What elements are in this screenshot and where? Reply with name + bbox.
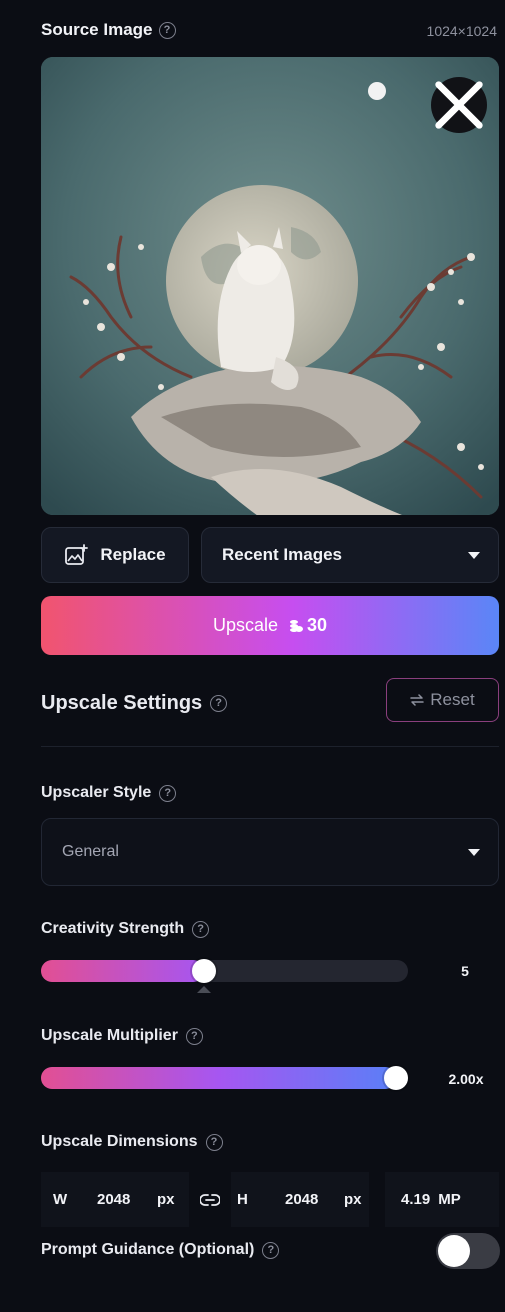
height-label: H (237, 1191, 248, 1208)
creativity-strength-slider[interactable] (41, 959, 408, 993)
chevron-down-icon (468, 848, 480, 856)
upscale-dimensions-row: W 2048 px H 2048 px 4.19 MP (41, 1172, 499, 1227)
source-image-title: Source Image (41, 20, 153, 39)
credit-cost: 30 (288, 615, 327, 636)
upscaler-style-dropdown[interactable]: General (41, 818, 499, 886)
height-field[interactable]: H 2048 px (231, 1172, 369, 1227)
megapixels-display: 4.19 MP (385, 1172, 499, 1227)
replace-button[interactable]: Replace (41, 527, 189, 583)
toggle-knob (438, 1235, 470, 1267)
prompt-guidance-label: Prompt Guidance (Optional) ? (41, 1241, 280, 1259)
image-add-icon (65, 544, 89, 565)
prompt-guidance-toggle[interactable] (436, 1233, 500, 1269)
default-marker (197, 986, 211, 993)
upscale-multiplier-value[interactable]: 2.00x (437, 1071, 495, 1087)
help-icon[interactable]: ? (158, 21, 176, 39)
width-unit: px (157, 1191, 175, 1208)
creativity-strength-text: Creativity Strength (41, 920, 185, 937)
upscale-dimensions-text: Upscale Dimensions (41, 1133, 198, 1150)
upscale-multiplier-fill (41, 1067, 396, 1089)
upscale-multiplier-handle[interactable] (384, 1066, 408, 1090)
upscale-multiplier-label: Upscale Multiplier ? (41, 1027, 203, 1045)
upscale-button[interactable]: Upscale 30 (41, 596, 499, 655)
upscaler-style-label: Upscaler Style ? (41, 784, 177, 802)
width-value[interactable]: 2048 (97, 1191, 157, 1208)
credits-icon (290, 619, 303, 632)
creativity-strength-label: Creativity Strength ? (41, 920, 210, 938)
upscale-dimensions-label: Upscale Dimensions ? (41, 1133, 223, 1151)
width-label: W (53, 1191, 68, 1208)
upscale-cost: 30 (307, 615, 328, 635)
upscaler-style-text: Upscaler Style (41, 784, 152, 801)
upscale-settings-title: Upscale Settings (41, 692, 203, 714)
source-image-preview (41, 57, 499, 515)
help-icon[interactable]: ? (185, 1027, 203, 1045)
creativity-strength-fill (41, 960, 204, 982)
help-icon[interactable]: ? (159, 784, 177, 802)
aspect-lock[interactable] (189, 1193, 231, 1207)
upscale-label: Upscale (212, 615, 278, 635)
reset-label: Reset (430, 690, 475, 709)
megapixels-unit: MP (438, 1191, 461, 1208)
help-icon[interactable]: ? (262, 1241, 280, 1259)
recent-images-label: Recent Images (222, 545, 342, 564)
upscaler-style-value: General (62, 843, 119, 860)
height-value[interactable]: 2048 (285, 1191, 344, 1208)
chevron-down-icon (468, 551, 480, 559)
width-field[interactable]: W 2048 px (41, 1172, 189, 1227)
link-icon (200, 1193, 220, 1206)
help-icon[interactable]: ? (210, 695, 228, 712)
upscale-multiplier-slider[interactable] (41, 1066, 408, 1090)
help-icon[interactable]: ? (205, 1133, 223, 1151)
close-icon (435, 81, 483, 129)
close-button[interactable] (431, 77, 487, 133)
reset-button[interactable]: Reset (386, 678, 499, 722)
creativity-strength-handle[interactable] (192, 959, 216, 983)
height-unit: px (344, 1191, 362, 1208)
megapixels-value: 4.19 (401, 1191, 431, 1208)
upscale-settings-header: Upscale Settings ? (41, 692, 228, 715)
help-icon[interactable]: ? (192, 920, 210, 938)
prompt-guidance-text: Prompt Guidance (Optional) (41, 1241, 255, 1258)
divider (41, 746, 499, 747)
upscale-multiplier-text: Upscale Multiplier (41, 1027, 178, 1044)
recent-images-dropdown[interactable]: Recent Images (201, 527, 499, 583)
replace-label: Replace (100, 545, 166, 564)
image-dimensions: 1024×1024 (426, 23, 497, 39)
creativity-strength-value[interactable]: 5 (440, 963, 490, 979)
source-image-header: Source Image ? (41, 20, 176, 40)
reset-icon (410, 694, 425, 706)
